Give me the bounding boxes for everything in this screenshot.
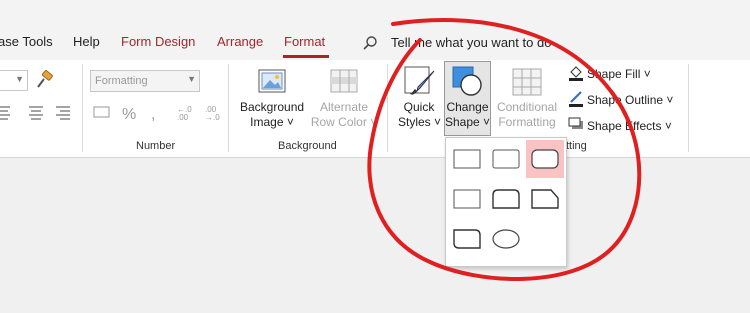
tab-database-tools[interactable]: ase Tools xyxy=(0,34,53,49)
alternate-row-color-icon xyxy=(330,69,358,93)
shape-round-diagonal-corner[interactable] xyxy=(448,220,486,258)
change-shape-label: Change Shape ˅ xyxy=(444,100,491,129)
group-label-number: Number xyxy=(136,140,176,152)
search-icon[interactable] xyxy=(362,35,378,51)
shape-snip-single-corner[interactable] xyxy=(448,180,486,218)
shape-rectangle[interactable] xyxy=(448,140,486,178)
rectangle-shape-icon xyxy=(453,149,481,169)
alternate-row-color-button: Alternate Row Color ˅ xyxy=(310,100,378,129)
change-shape-gallery xyxy=(445,137,567,267)
number-format-buttons[interactable]: % , ←.0.00 .00→.0 xyxy=(93,104,223,122)
chevron-down-icon: ▼ xyxy=(187,74,196,84)
group-label-control-formatting: tting xyxy=(566,140,587,152)
change-shape-icon xyxy=(452,66,482,96)
shape-round-same-side-corner[interactable] xyxy=(487,180,525,218)
format-painter-icon[interactable] xyxy=(35,70,55,90)
snip-same-side-corner-shape-icon xyxy=(531,189,559,209)
tell-me-search-box[interactable]: Tell me what you want to do xyxy=(391,35,551,50)
group-separator xyxy=(228,64,229,152)
quick-styles-button[interactable]: Quick Styles ˅ xyxy=(398,100,441,130)
group-label-background: Background xyxy=(278,140,337,152)
svg-text:%: % xyxy=(122,106,136,122)
group-separator xyxy=(387,64,388,152)
font-size-combo[interactable]: ▼ xyxy=(0,70,28,91)
shape-effects-icon[interactable] xyxy=(568,117,584,131)
chevron-down-icon: ▼ xyxy=(15,74,24,84)
shape-oval[interactable] xyxy=(487,220,525,258)
shape-rounded-rectangle[interactable] xyxy=(487,140,525,178)
background-image-icon[interactable] xyxy=(258,68,286,94)
conditional-formatting-icon xyxy=(512,68,542,96)
background-image-button[interactable]: Background Image ˅ xyxy=(240,100,304,130)
svg-text:→.0: →.0 xyxy=(205,113,220,122)
conditional-formatting-button: Conditional Formatting xyxy=(496,100,558,129)
paragraph-align-icons xyxy=(0,106,70,120)
svg-text:,: , xyxy=(151,106,155,122)
shape-outline-button[interactable]: Shape Outline ˅ xyxy=(587,93,673,107)
shape-outline-icon[interactable] xyxy=(568,90,584,108)
shape-snip-same-side-corner[interactable] xyxy=(526,180,564,218)
group-separator xyxy=(688,64,689,152)
active-tab-indicator xyxy=(283,55,329,58)
ribbon-tab-bar: ase Tools Help Form Design Arrange Forma… xyxy=(0,0,750,60)
round-diagonal-corner-shape-icon xyxy=(453,229,481,249)
quick-styles-icon[interactable] xyxy=(404,66,436,98)
tab-help[interactable]: Help xyxy=(73,34,100,49)
tab-form-design[interactable]: Form Design xyxy=(121,34,195,49)
number-format-value: Formatting xyxy=(95,75,148,87)
shape-fill-icon[interactable] xyxy=(568,64,584,82)
group-separator xyxy=(82,64,83,152)
oval-shape-icon xyxy=(492,229,520,249)
rounded-rectangle-shape-icon xyxy=(531,149,559,169)
round-same-side-corner-shape-icon xyxy=(492,189,520,209)
rounded-rectangle-shape-icon xyxy=(492,149,520,169)
shape-effects-button[interactable]: Shape Effects ˅ xyxy=(587,119,672,133)
shape-rounded-rectangle-selected[interactable] xyxy=(526,140,564,178)
snip-single-corner-shape-icon xyxy=(453,189,481,209)
number-format-combo[interactable]: Formatting ▼ xyxy=(90,70,200,92)
tab-arrange[interactable]: Arrange xyxy=(217,34,263,49)
shape-fill-button[interactable]: Shape Fill ˅ xyxy=(587,67,651,81)
svg-text:.00: .00 xyxy=(177,113,189,122)
tab-format[interactable]: Format xyxy=(284,34,325,49)
